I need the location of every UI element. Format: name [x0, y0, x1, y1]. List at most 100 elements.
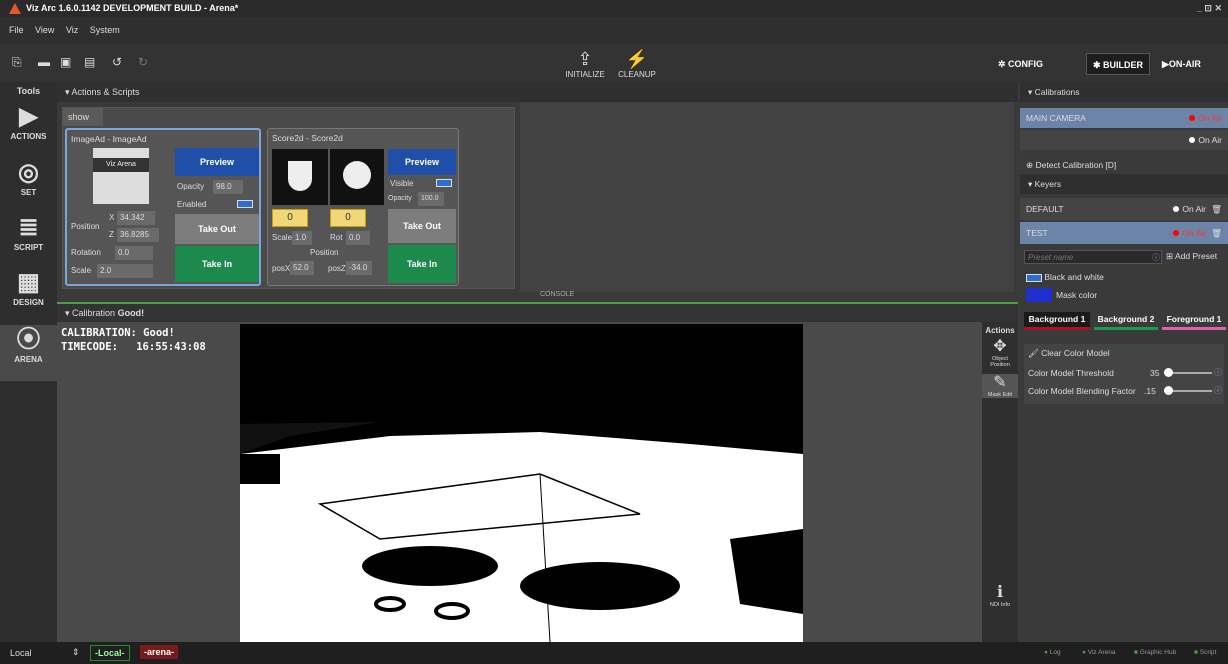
threshold-slider-handle[interactable]: [1164, 368, 1173, 377]
score2d-card[interactable]: Score2d - Score2d Preview Visible Opacit…: [267, 128, 459, 286]
calibrations-header[interactable]: ▾ Calibrations: [1020, 82, 1228, 102]
on-air-button[interactable]: ▶ON-AIR: [1156, 53, 1207, 75]
cleanup-button[interactable]: ⚡ CLEANUP: [617, 48, 657, 79]
keyers-header[interactable]: ▾ Keyers: [1020, 174, 1228, 194]
imagead-take-in-button[interactable]: Take In: [175, 246, 259, 282]
camera-row-2[interactable]: On Air: [1020, 130, 1228, 150]
tab-background-2[interactable]: Background 2: [1094, 312, 1158, 330]
mask-color-swatch[interactable]: [1026, 288, 1052, 302]
away-score-field[interactable]: 0: [330, 209, 366, 227]
config-button[interactable]: ✲ CONFIG: [992, 53, 1049, 75]
opacity-field[interactable]: 98.0: [213, 180, 243, 194]
score2d-take-out-button[interactable]: Take Out: [388, 209, 456, 243]
script-button[interactable]: ■ Script: [1194, 649, 1216, 656]
ndi-info-button[interactable]: ℹ NDI Info: [982, 584, 1018, 608]
tool-set[interactable]: ◎ SET: [0, 158, 57, 197]
script-label: Script: [1199, 649, 1217, 656]
visible-toggle[interactable]: [436, 179, 452, 187]
blending-value: .15: [1144, 386, 1156, 396]
tab-background-1[interactable]: Background 1: [1024, 312, 1090, 330]
home-score-field[interactable]: 0: [272, 209, 308, 227]
tool-design[interactable]: ▦ DESIGN: [0, 268, 57, 307]
camera-row-main[interactable]: MAIN CAMERA On Air: [1020, 108, 1228, 128]
score-position-label: Position: [310, 248, 339, 257]
mode-select[interactable]: Local: [10, 648, 32, 658]
script-icon: ≣: [18, 214, 39, 241]
save-as-icon[interactable]: ▤: [84, 56, 96, 68]
redo-icon[interactable]: ↻: [138, 56, 150, 68]
viz-arena-button[interactable]: ● Viz Arena: [1082, 649, 1115, 656]
initialize-button[interactable]: ⇪ INITIALIZE: [565, 48, 605, 79]
object-position-button[interactable]: ✥ Object Position: [982, 338, 1018, 368]
score2d-preview-button[interactable]: Preview: [388, 149, 456, 175]
log-button[interactable]: ● Log: [1044, 649, 1061, 656]
keyer-row-test[interactable]: TEST On Air 🗑: [1020, 222, 1228, 244]
builder-icon: ✱: [1093, 60, 1104, 70]
stadium-feed: [240, 324, 803, 642]
menu-view[interactable]: View: [35, 25, 54, 35]
console-bar[interactable]: CONSOLE: [520, 288, 1014, 302]
threshold-value: 35: [1150, 368, 1160, 378]
menu-viz[interactable]: Viz: [66, 25, 78, 35]
graphic-hub-button[interactable]: ■ Graphic Hub: [1134, 649, 1176, 656]
overlay-calibration: CALIBRATION: Good!: [61, 327, 175, 339]
save-icon[interactable]: ▣: [60, 56, 72, 68]
threshold-slider[interactable]: [1164, 368, 1212, 377]
imagead-preview-button[interactable]: Preview: [175, 148, 259, 176]
tool-actions[interactable]: ▶ ACTIONS: [0, 102, 57, 141]
detect-calibration-button[interactable]: ⊕ Detect Calibration [D]: [1020, 156, 1228, 174]
x-field[interactable]: 34.342: [117, 211, 155, 225]
bw-toggle[interactable]: [1026, 273, 1042, 282]
open-folder-icon[interactable]: ▬: [38, 56, 50, 68]
add-preset-button[interactable]: ⊞ Add Preset: [1166, 251, 1217, 262]
tool-design-label: DESIGN: [13, 298, 44, 307]
move-icon: ✥: [993, 338, 1007, 355]
score-scale-label: Scale: [272, 233, 293, 242]
blending-slider-handle[interactable]: [1164, 386, 1173, 395]
camera-viewport[interactable]: [240, 324, 803, 642]
preset-name-input[interactable]: [1024, 250, 1162, 264]
scale-label: Scale: [71, 266, 92, 275]
keyer-row-default[interactable]: DEFAULT On Air 🗑: [1020, 198, 1228, 220]
tab-foreground-1[interactable]: Foreground 1: [1162, 312, 1226, 330]
builder-button[interactable]: ✱ BUILDER: [1086, 53, 1151, 75]
rotation-field[interactable]: 0.0: [115, 246, 153, 260]
tools-header: Tools: [16, 86, 41, 96]
posz-label: posZ: [328, 264, 346, 273]
trash-icon[interactable]: 🗑: [1211, 198, 1222, 220]
posz-field[interactable]: -34.0: [346, 261, 372, 275]
imagead-card[interactable]: ImageAd - ImageAd Viz Arena Preview Opac…: [65, 128, 261, 286]
menu-bar: File View Viz System: [0, 17, 1228, 44]
black-and-white-option[interactable]: Black and white: [1026, 272, 1104, 282]
tab-show[interactable]: show: [63, 108, 103, 126]
score-opacity-field[interactable]: 100.0: [418, 192, 444, 206]
mask-edit-button[interactable]: ✎ Mask Edit: [982, 374, 1018, 398]
rot-field[interactable]: 0.0: [346, 231, 370, 245]
collapse-icon: ▾: [1028, 179, 1035, 189]
dropdown-icon[interactable]: ⇕: [72, 647, 80, 658]
new-file-icon[interactable]: ⎘: [12, 56, 24, 68]
actions-panel: ▾ Actions & Scripts show ImageAd - Image…: [57, 82, 1018, 304]
actions-panel-header[interactable]: ▾ Actions & Scripts: [57, 82, 1018, 102]
undo-icon[interactable]: ↺: [112, 56, 124, 68]
home-logo: [272, 149, 328, 205]
score-scale-field[interactable]: 1.0: [292, 231, 312, 245]
info-icon: ⓘ: [1214, 368, 1222, 377]
enabled-toggle[interactable]: [237, 200, 253, 208]
blending-slider[interactable]: [1164, 386, 1212, 395]
right-panel: ▾ Calibrations MAIN CAMERA On Air On Air…: [1020, 82, 1228, 642]
mask-edit-label: Mask Edit: [987, 392, 1013, 398]
posx-field[interactable]: 52.0: [290, 261, 314, 275]
menu-file[interactable]: File: [9, 25, 24, 35]
window-controls[interactable]: _ ⊡ ✕: [1197, 0, 1222, 17]
z-field[interactable]: 36.8285: [117, 228, 159, 242]
tool-script[interactable]: ≣ SCRIPT: [0, 213, 57, 252]
clear-color-model-button[interactable]: 🖌 Clear Color Model: [1028, 348, 1110, 359]
score2d-take-in-button[interactable]: Take In: [388, 245, 456, 283]
tool-arena[interactable]: ⦿ ARENA: [0, 325, 57, 381]
trash-icon[interactable]: 🗑: [1211, 222, 1222, 244]
calibration-header[interactable]: ▾ Calibration Good!: [57, 304, 1018, 322]
scale-field[interactable]: 2.0: [97, 264, 153, 278]
imagead-take-out-button[interactable]: Take Out: [175, 214, 259, 244]
menu-system[interactable]: System: [90, 25, 120, 35]
